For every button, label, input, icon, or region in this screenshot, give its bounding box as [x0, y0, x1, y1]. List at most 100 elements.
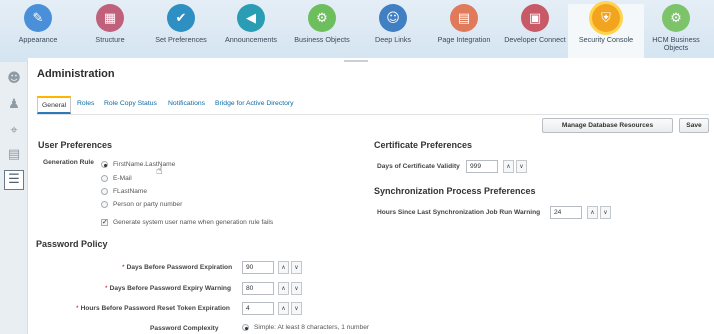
springboard-label: Set Preferences: [155, 35, 207, 44]
sync-hours-label: Hours Since Last Synchronization Job Run…: [377, 209, 541, 216]
springboard-business-objects[interactable]: ⚙ Business Objects: [284, 4, 360, 60]
monitor-icon: ▣: [521, 4, 549, 32]
manage-database-resources-button[interactable]: Manage Database Resources: [542, 118, 673, 133]
paintbrush-icon: ✎: [24, 4, 52, 32]
reset-token-expiration-input[interactable]: 4: [242, 302, 274, 315]
reset-token-expiration-label: * Hours Before Password Reset Token Expir…: [76, 305, 230, 312]
springboard-label: HCM Business Objects: [638, 36, 714, 52]
radio-label: Person or party number: [113, 201, 183, 208]
user-check-icon: ✔: [167, 4, 195, 32]
password-expiration-input[interactable]: 90: [242, 261, 274, 274]
id-card-icon[interactable]: ▤: [5, 146, 23, 164]
springboard-deep-links[interactable]: ☺ Deep Links: [355, 4, 431, 60]
user-icon[interactable]: ♟: [5, 96, 23, 114]
password-expiry-warning-label: * Days Before Password Expiry Warning: [105, 285, 231, 292]
springboard-label: Appearance: [18, 35, 58, 44]
springboard-page-integration[interactable]: ▤ Page Integration: [426, 4, 502, 60]
certificate-validity-input[interactable]: 999: [466, 160, 498, 173]
checkbox-label: Generate system user name when generatio…: [113, 219, 274, 226]
decrement-icon[interactable]: ∨: [291, 261, 302, 274]
user-search-icon[interactable]: ⌖: [5, 122, 23, 140]
springboard-label-line2: Objects: [663, 43, 689, 52]
springboard-security-console[interactable]: ⛨ Security Console: [568, 4, 644, 60]
password-expiration-label: * Days Before Password Expiration: [122, 264, 232, 271]
password-expiry-warning-text: Days Before Password Expiry Warning: [109, 285, 231, 292]
grid-icon: ▦: [96, 4, 124, 32]
save-button[interactable]: Save: [679, 118, 709, 133]
left-rail: ☻ ♟ ⌖ ▤ ☰: [0, 62, 28, 334]
panel-drag-handle[interactable]: [344, 60, 368, 62]
radio-button[interactable]: [101, 161, 108, 168]
mouse-cursor-icon: ☝: [156, 164, 163, 177]
radio-button[interactable]: [242, 324, 249, 331]
radio-button[interactable]: [101, 188, 108, 195]
radio-label: E-Mail: [113, 175, 132, 182]
user-preferences-title: User Preferences: [38, 140, 113, 150]
password-expiry-warning-input[interactable]: 80: [242, 282, 274, 295]
decrement-icon[interactable]: ∨: [291, 302, 302, 315]
radio-email[interactable]: E-Mail: [101, 173, 132, 184]
increment-icon[interactable]: ∧: [587, 206, 598, 219]
password-complexity-label: Password Complexity: [150, 325, 219, 332]
springboard-label: Announcements: [225, 35, 277, 44]
tab-roles[interactable]: Roles: [77, 96, 94, 114]
password-expiration-text: Days Before Password Expiration: [126, 264, 233, 271]
required-icon: *: [122, 264, 125, 271]
decrement-icon[interactable]: ∨: [600, 206, 611, 219]
springboard-announcements[interactable]: ◀ Announcements: [213, 4, 289, 60]
tab-notifications[interactable]: Notifications: [168, 96, 205, 114]
shield-icon: ⛨: [592, 4, 620, 32]
list-icon[interactable]: ☰: [4, 170, 24, 190]
radio-flastname[interactable]: FLastName: [101, 186, 147, 197]
certificate-validity-label: Days of Certificate Validity: [377, 163, 460, 170]
megaphone-icon: ◀: [237, 4, 265, 32]
generate-username-checkbox[interactable]: ✓: [101, 219, 108, 226]
tab-role-copy-status[interactable]: Role Copy Status: [104, 96, 157, 114]
radio-button[interactable]: [101, 175, 108, 182]
tab-divider: [37, 114, 709, 115]
radio-label: FLastName: [113, 188, 148, 195]
password-complexity-simple[interactable]: Simple: At least 8 characters, 1 number: [242, 322, 369, 333]
decrement-icon[interactable]: ∨: [291, 282, 302, 295]
springboard-developer-connect[interactable]: ▣ Developer Connect: [497, 4, 573, 60]
radio-label: Simple: At least 8 characters, 1 number: [254, 324, 370, 331]
sync-hours-input[interactable]: 24: [550, 206, 582, 219]
springboard-label: Deep Links: [375, 35, 411, 44]
reset-token-expiration-text: Hours Before Password Reset Token Expira…: [80, 305, 230, 312]
springboard-set-preferences[interactable]: ✔ Set Preferences: [143, 4, 219, 60]
springboard-label: Developer Connect: [504, 35, 566, 44]
required-icon: *: [105, 285, 108, 292]
gears-icon: ⚙: [308, 4, 336, 32]
people-group-icon[interactable]: ☻: [5, 70, 23, 88]
springboard-hcm-business-objects[interactable]: ⚙ HCM Business Objects: [638, 4, 714, 60]
people-icon: ☺: [379, 4, 407, 32]
decrement-icon[interactable]: ∨: [516, 160, 527, 173]
password-policy-title: Password Policy: [36, 239, 108, 249]
radio-firstname-lastname[interactable]: FirstName.LastName: [101, 159, 175, 170]
springboard-label: Security Console: [578, 35, 634, 44]
page-title: Administration: [37, 68, 115, 80]
radio-label: FirstName.LastName: [113, 161, 176, 168]
springboard-label: Structure: [95, 35, 125, 44]
radio-button[interactable]: [101, 201, 108, 208]
sync-preferences-title: Synchronization Process Preferences: [374, 186, 536, 196]
springboard-label: Page Integration: [437, 35, 491, 44]
increment-icon[interactable]: ∧: [278, 261, 289, 274]
radio-person-number[interactable]: Person or party number: [101, 199, 182, 210]
springboard-appearance[interactable]: ✎ Appearance: [0, 4, 76, 60]
document-icon: ▤: [450, 4, 478, 32]
generation-rule-label: Generation Rule: [43, 159, 94, 166]
springboard: ✎ Appearance ▦ Structure ✔ Set Preferenc…: [0, 0, 714, 62]
tab-general[interactable]: General: [37, 96, 72, 114]
main-panel: Administration General Roles Role Copy S…: [28, 58, 714, 334]
gears-icon: ⚙: [662, 4, 690, 32]
generate-username-checkbox-row[interactable]: ✓ Generate system user name when generat…: [101, 217, 273, 228]
springboard-structure[interactable]: ▦ Structure: [72, 4, 148, 60]
required-icon: *: [76, 305, 79, 312]
tab-bridge-active-directory[interactable]: Bridge for Active Directory: [215, 96, 294, 114]
springboard-label: Business Objects: [294, 35, 350, 44]
certificate-preferences-title: Certificate Preferences: [374, 140, 473, 150]
increment-icon[interactable]: ∧: [503, 160, 514, 173]
increment-icon[interactable]: ∧: [278, 282, 289, 295]
increment-icon[interactable]: ∧: [278, 302, 289, 315]
